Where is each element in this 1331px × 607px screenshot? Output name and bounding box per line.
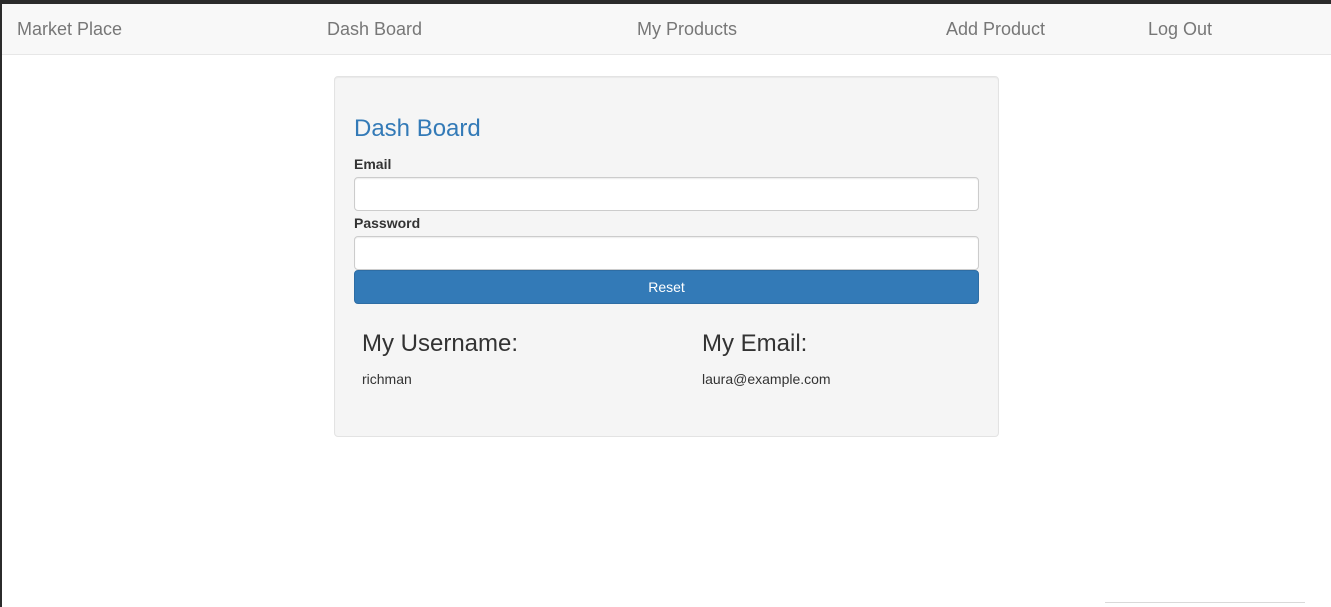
email-label: Email — [354, 156, 392, 172]
browser-viewport: Market Place Dash Board My Products Add … — [0, 0, 1331, 607]
page-title: Dash Board — [354, 115, 481, 142]
navbar-brand-marketplace[interactable]: Market Place — [17, 4, 122, 55]
reset-button[interactable]: Reset — [354, 270, 979, 304]
email-heading: My Email: — [702, 330, 808, 357]
username-heading: My Username: — [362, 330, 519, 357]
nav-link-my-products[interactable]: My Products — [637, 4, 737, 55]
nav-link-dashboard[interactable]: Dash Board — [327, 4, 422, 55]
nav-link-log-out[interactable]: Log Out — [1148, 4, 1212, 55]
nav-link-add-product[interactable]: Add Product — [946, 4, 1045, 55]
password-label: Password — [354, 215, 421, 231]
email-value: laura@example.com — [702, 371, 831, 387]
email-field[interactable] — [354, 177, 979, 211]
top-navbar: Market Place Dash Board My Products Add … — [2, 4, 1331, 55]
password-field[interactable] — [354, 236, 979, 270]
dashboard-panel: Dash Board Email Password Reset My Usern… — [334, 76, 999, 437]
username-value: richman — [362, 371, 412, 387]
divider — [1105, 602, 1305, 603]
